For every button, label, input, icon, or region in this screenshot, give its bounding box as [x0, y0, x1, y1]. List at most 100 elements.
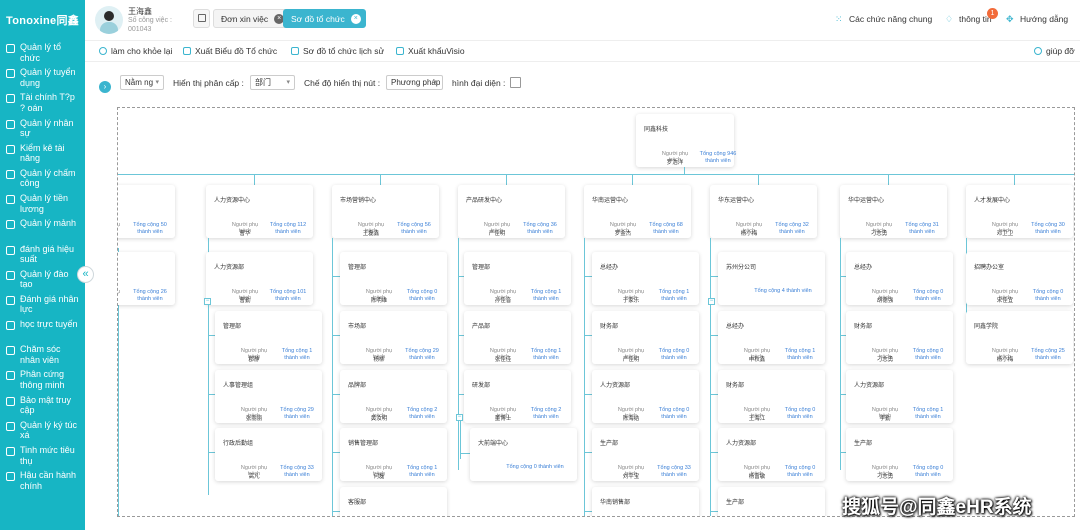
org-node[interactable]: 客服部 [340, 487, 447, 516]
org-node-name: 市场营销中心 [340, 198, 377, 204]
expand-filters-icon[interactable]: › [99, 81, 111, 93]
org-node[interactable]: 管理部 Người phụ trách 郡静 Tổng cộng 1 thành vi… [215, 311, 322, 364]
avatar-checkbox[interactable] [510, 77, 521, 88]
connector-line [332, 394, 340, 395]
org-node[interactable]: 生产部 Người phụ trách 刘平宝 Tổng cộng 33 thành … [592, 428, 699, 481]
org-node[interactable]: 华中运营中心 Người phụ trách 刁志勇 Tổng cộng 31 thà… [840, 185, 947, 238]
org-node[interactable]: 招聘办公室 Người phụ trách 宋佳宜 Tổng cộng 0 thành… [966, 252, 1073, 305]
org-node-lead: 陈明维 [370, 298, 388, 304]
org-chart-canvas[interactable]: 同鑫科技 Người phụ trách 罗浩洋 Tổng cộng 946 thàn… [117, 107, 1075, 517]
sidebar-item[interactable]: Kiểm kê tài năng [0, 141, 85, 166]
org-node[interactable]: 人事管理组 Người phụ trách 张丽丽 Tổng cộng 29 thàn… [215, 370, 322, 423]
help-button[interactable]: giúp đỡ [1034, 46, 1075, 56]
year-select[interactable]: Nằm ng ▾ [120, 75, 164, 90]
org-node[interactable]: 研发部 Người phụ trách 董博士 Tổng cộng 2 thành v… [464, 370, 571, 423]
sidebar-item[interactable]: Quản lý chấm công [0, 166, 85, 191]
org-node-count: Tổng cộng 1 thành viên [784, 348, 816, 361]
org-node[interactable]: 人力资源部 Người phụ trách 曹勤 Tổng cộng 101 thàn… [206, 252, 313, 305]
org-node[interactable]: Người phụ trách Tổng cộng 26 thành viên [118, 252, 175, 305]
common-features-button[interactable]: ⁙ Các chức năng chung [835, 14, 932, 24]
sidebar-item[interactable]: Phân cứng thông minh [0, 367, 85, 392]
org-node-name: 管理部 [472, 265, 491, 271]
tab-job-application[interactable]: Đơn xin việc × [213, 9, 290, 28]
org-node[interactable]: 人力资源部 Người phụ trách 李勤 Tổng cộng 1 thành … [846, 370, 953, 423]
sidebar-item[interactable]: Tài chính T?p ? oán [0, 90, 85, 115]
export-chart-label: Xuất Biểu đồ Tổ chức [195, 46, 278, 56]
collapse-node-icon[interactable]: − [456, 414, 463, 421]
export-chart-button[interactable]: Xuất Biểu đồ Tổ chức [183, 46, 277, 56]
sidebar-item[interactable]: Tinh mức tiêu thụ [0, 443, 85, 468]
org-node-name: 品牌部 [348, 383, 367, 389]
org-node[interactable]: 生产部 [718, 487, 825, 516]
refresh-button[interactable]: làm cho khỏe lại [99, 46, 172, 56]
sidebar-item[interactable]: Quản lý nhân sự [0, 116, 85, 141]
org-node[interactable]: 销售管理部 Người phụ trách 何磊 Tổng cộng 1 thành … [340, 428, 447, 481]
sidebar-item[interactable]: Đánh giá nhân lực [0, 292, 85, 317]
sidebar-item[interactable]: Quản lý ký túc xá [0, 418, 85, 443]
sidebar-item[interactable]: Quản lý tuyển dụng [0, 65, 85, 90]
sidebar-item[interactable]: đánh giá hiệu suất [0, 242, 85, 267]
sidebar-item[interactable]: Quản lý đào tạo [0, 267, 85, 292]
connector-line [332, 276, 340, 277]
org-node[interactable]: 总经办 Người phụ trách 申秋鑫 Tổng cộng 1 thành v… [718, 311, 825, 364]
mode-select[interactable]: Phương pháp ▾ [386, 75, 443, 90]
history-chart-button[interactable]: Sơ đồ tổ chức lịch sử [291, 46, 384, 56]
org-node[interactable]: 管理部 Người phụ trách 陈明维 Tổng cộng 0 thành v… [340, 252, 447, 305]
org-node[interactable]: 同鑫学院 Người phụ trách 杨小梅 Tổng cộng 25 thành… [966, 311, 1073, 364]
sidebar-item[interactable]: học trực tuyến [0, 317, 85, 342]
sidebar-item[interactable]: Quản lý tổ chức [0, 40, 85, 65]
sidebar-item[interactable]: Bảo mật truy cập [0, 393, 85, 418]
collapse-node-icon[interactable]: − [204, 298, 211, 305]
org-node[interactable]: 人力资源中心 Người phụ trách 曹华 Tổng cộng 112 thà… [206, 185, 313, 238]
org-node[interactable]: 行政后勤组 Người phụ trách 高凡 Tổng cộng 33 thành… [215, 428, 322, 481]
org-node[interactable]: 华南运营中心 Người phụ trách 罗金杰 Tổng cộng 68 thà… [584, 185, 691, 238]
org-node[interactable]: Người phụ trách Tổng cộng 50 thành viên [117, 185, 175, 238]
level-select[interactable]: 部门 ▾ [250, 75, 295, 90]
tab-label: Sơ đồ tổ chức [291, 14, 345, 24]
avatar[interactable] [95, 6, 123, 34]
notifications-button[interactable]: ♢ thông tin [945, 14, 992, 24]
sidebar-collapse-button[interactable]: « [77, 266, 94, 283]
home-tab[interactable] [193, 9, 210, 28]
org-node[interactable]: 财务部 Người phụ trách 严佳明 Tổng cộng 0 thành v… [592, 311, 699, 364]
org-node[interactable]: 华南销售部 [592, 487, 699, 516]
org-node[interactable]: 总经办 Người phụ trách 胡德强 Tổng cộng 0 thành v… [846, 252, 953, 305]
sidebar-item[interactable]: Quản lý tiền lương [0, 191, 85, 216]
org-node-lead-label: Người phụ trách [117, 222, 121, 228]
org-node[interactable]: 生产部 Người phụ trách 刁志勇 Tổng cộng 0 thành v… [846, 428, 953, 481]
sidebar-nav: Quản lý tổ chức Quản lý tuyển dụng Tài chí… [0, 40, 85, 493]
close-icon[interactable]: × [350, 14, 361, 24]
org-node[interactable]: 华东运营中心 Người phụ trách 杨小梅 Tổng cộng 32 thà… [710, 185, 817, 238]
org-node[interactable]: 管理部 Người phụ trách 孙佳音 Tổng cộng 1 thành v… [464, 252, 571, 305]
org-node-lead: 张佳佳 [494, 357, 512, 363]
org-node[interactable]: 产品部 Người phụ trách 张佳佳 Tổng cộng 1 thành v… [464, 311, 571, 364]
org-node[interactable]: 人力资源部 Người phụ trách 杨富敏 Tổng cộng 0 thành… [718, 428, 825, 481]
connector-line [332, 238, 333, 516]
org-node[interactable]: 人力资源部 Người phụ trách 陈海结 Tổng cộng 0 thành… [592, 370, 699, 423]
sidebar-item[interactable]: Hậu cần hành chính [0, 468, 85, 493]
org-node[interactable]: 财务部 Người phụ trách 刁志勇 Tổng cộng 0 thành v… [846, 311, 953, 364]
collapse-node-icon[interactable]: − [708, 298, 715, 305]
export-icon [183, 47, 191, 55]
org-node[interactable]: 大前端中心 Tổng cộng 0 thành viên [470, 428, 577, 481]
sidebar-item-label: đánh giá hiệu suất [20, 243, 75, 265]
org-node-lead: 曹华 [239, 231, 251, 237]
org-node[interactable]: 同鑫科技 Người phụ trách 罗浩洋 Tổng cộng 946 thàn… [636, 114, 736, 167]
org-node[interactable]: 总经办 Người phụ trách 于家乐 Tổng cộng 1 thành v… [592, 252, 699, 305]
org-node-count: Tổng cộng 0 thành viên [784, 407, 816, 420]
tab-org-chart[interactable]: Sơ đồ tổ chức × [283, 9, 366, 28]
org-node[interactable]: 品牌部 Người phụ trách 黄汝明 Tổng cộng 2 thành v… [340, 370, 447, 423]
org-node[interactable]: 产品研发中心 Người phụ trách 严佳明 Tổng cộng 36 thà… [458, 185, 565, 238]
guide-button[interactable]: ✥ Hướng dẫng [1006, 14, 1068, 24]
export-visio-button[interactable]: Xuất khẩuVisio [396, 46, 465, 56]
org-node[interactable]: 财务部 Người phụ trách 王海江 Tổng cộng 0 thành v… [718, 370, 825, 423]
mode-label: Chế độ hiển thị nút : [304, 78, 381, 88]
sidebar-item[interactable]: Chăm sóc nhân viên [0, 342, 85, 367]
help-icon [1034, 47, 1042, 55]
org-node[interactable]: 人才发展中心 Người phụ trách 邓卫卫 Tổng cộng 30 thà… [966, 185, 1073, 238]
org-node[interactable]: 市场部 Người phụ trách 杨柳 Tổng cộng 29 thành v… [340, 311, 447, 364]
org-node[interactable]: 市场营销中心 Người phụ trách 王磊鑫 Tổng cộng 56 thà… [332, 185, 439, 238]
sidebar-item[interactable]: Quản lý mảnh [0, 216, 85, 241]
org-node-name: 总经办 [726, 324, 745, 330]
org-node[interactable]: 苏州分公司 Tổng cộng 4 thành viên [718, 252, 825, 305]
